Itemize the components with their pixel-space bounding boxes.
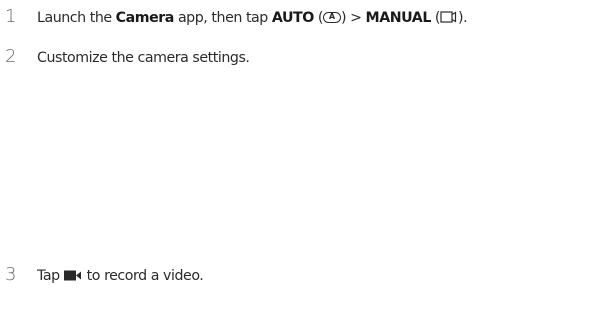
auto-paren-close: ) [340, 10, 347, 26]
step-2-text: Customize the camera settings. [37, 50, 250, 66]
manual-mode-label: MANUAL [365, 10, 432, 26]
camera-app-label: Camera [115, 10, 175, 26]
step-number: 1 [5, 6, 17, 27]
step-3-tap-text: Tap [37, 268, 60, 284]
step-number: 2 [5, 46, 17, 67]
step-3-text: Tap to record a video. [37, 268, 204, 284]
step-3-record-text: to record a video. [86, 268, 204, 284]
auto-mode-icon: A [322, 12, 341, 23]
auto-mode-label: AUTO [271, 10, 314, 26]
video-record-icon [63, 269, 83, 281]
step-1: 1 Launch the Camera app, then tap AUTO (… [2, 6, 468, 27]
step-1-text: Launch the Camera app, then tap AUTO ( A… [37, 10, 468, 26]
menu-separator: > [350, 10, 362, 26]
step-3: 3 Tap to record a video. [2, 264, 204, 285]
auto-mode-icon-letter: A [328, 12, 336, 21]
step-2: 2 Customize the camera settings. [2, 46, 250, 67]
manual-paren-close: ). [458, 10, 468, 26]
manual-mode-icon-graphic [440, 11, 457, 23]
manual-mode-icon [440, 11, 458, 23]
step-1-tap-text: app, then tap [177, 10, 268, 26]
step-1-launch-text: Launch the [37, 10, 112, 26]
step-number: 3 [5, 264, 17, 285]
video-record-icon-graphic [63, 270, 81, 281]
